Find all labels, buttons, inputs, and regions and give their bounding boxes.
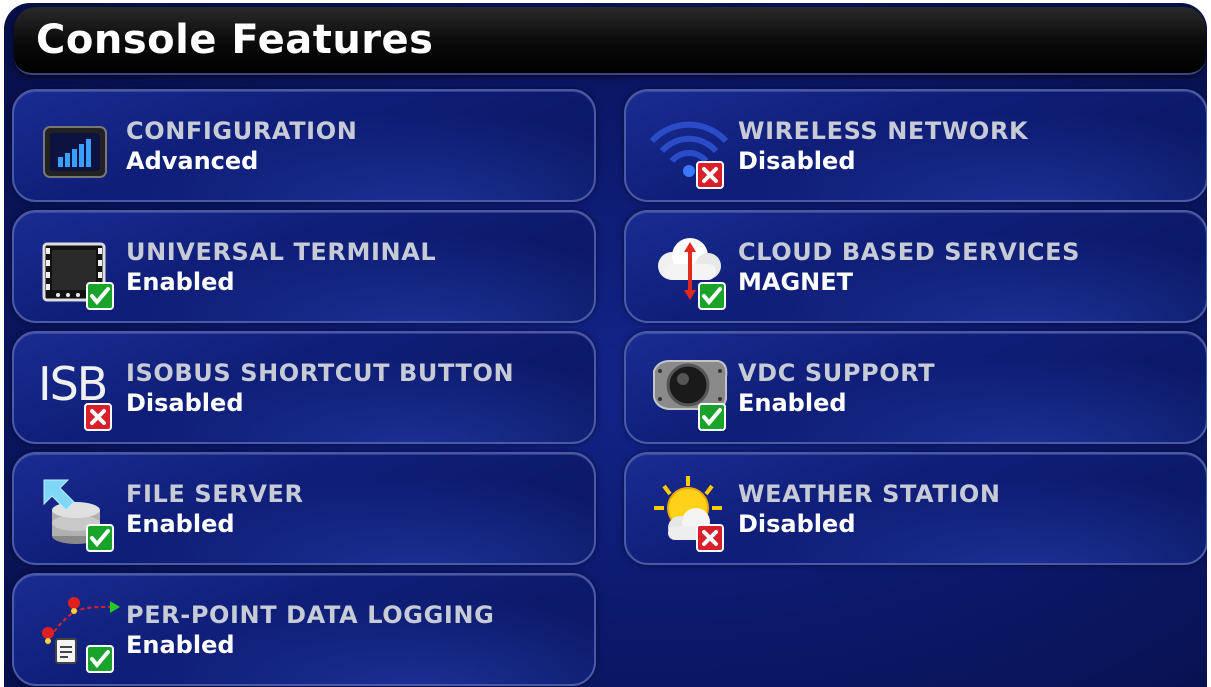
feature-tile-cloud-based-services[interactable]: CLOUD BASED SERVICES MAGNET	[624, 210, 1207, 323]
enabled-check-icon	[86, 645, 114, 673]
vdc-icon	[650, 353, 732, 431]
enabled-check-icon	[86, 524, 114, 552]
feature-label: CONFIGURATION	[126, 117, 358, 145]
feature-label: ISOBUS SHORTCUT BUTTON	[126, 359, 515, 387]
feature-label: CLOUD BASED SERVICES	[738, 238, 1080, 266]
page-title: Console Features	[36, 17, 434, 63]
disabled-x-icon	[696, 161, 724, 189]
feature-value: Enabled	[126, 631, 235, 659]
disabled-x-icon	[696, 524, 724, 552]
file-server-icon	[38, 474, 120, 552]
feature-tile-weather-station[interactable]: WEATHER STATION Disabled	[624, 452, 1207, 565]
enabled-check-icon	[698, 282, 726, 310]
feature-value: MAGNET	[738, 268, 854, 296]
feature-tile-configuration[interactable]: CONFIGURATION Advanced	[12, 89, 596, 202]
feature-tile-file-server[interactable]: FILE SERVER Enabled	[12, 452, 596, 565]
feature-label: WEATHER STATION	[738, 480, 1001, 508]
feature-tile-wireless-network[interactable]: WIRELESS NETWORK Disabled	[624, 89, 1207, 202]
enabled-check-icon	[86, 282, 114, 310]
disabled-x-icon	[84, 403, 112, 431]
feature-value: Enabled	[126, 268, 235, 296]
feature-tile-isobus-shortcut-button[interactable]: ISB ISOBUS SHORTCUT BUTTON Disabled	[12, 331, 596, 444]
weather-icon	[650, 474, 732, 552]
feature-value: Advanced	[126, 147, 259, 175]
feature-value: Enabled	[738, 389, 847, 417]
feature-label: WIRELESS NETWORK	[738, 117, 1029, 145]
feature-value: Disabled	[126, 389, 244, 417]
feature-value: Disabled	[738, 147, 856, 175]
feature-value: Disabled	[738, 510, 856, 538]
feature-label: UNIVERSAL TERMINAL	[126, 238, 437, 266]
enabled-check-icon	[698, 403, 726, 431]
feature-tile-per-point-data-logging[interactable]: PER-POINT DATA LOGGING Enabled	[12, 573, 596, 686]
universal-terminal-icon	[38, 232, 120, 310]
data-logging-icon	[38, 595, 120, 673]
wireless-icon	[649, 111, 732, 189]
feature-label: PER-POINT DATA LOGGING	[126, 601, 495, 629]
feature-label: FILE SERVER	[126, 480, 304, 508]
feature-tile-universal-terminal[interactable]: UNIVERSAL TERMINAL Enabled	[12, 210, 596, 323]
title-bar: Console Features	[14, 7, 1206, 75]
console-screen: Console Features CONFIGURATION Advanced	[4, 3, 1207, 687]
cloud-icon	[650, 232, 732, 310]
feature-label: VDC SUPPORT	[738, 359, 936, 387]
configuration-icon	[38, 111, 120, 189]
feature-tile-vdc-support[interactable]: VDC SUPPORT Enabled	[624, 331, 1207, 444]
isb-icon: ISB	[38, 353, 120, 431]
feature-value: Enabled	[126, 510, 235, 538]
